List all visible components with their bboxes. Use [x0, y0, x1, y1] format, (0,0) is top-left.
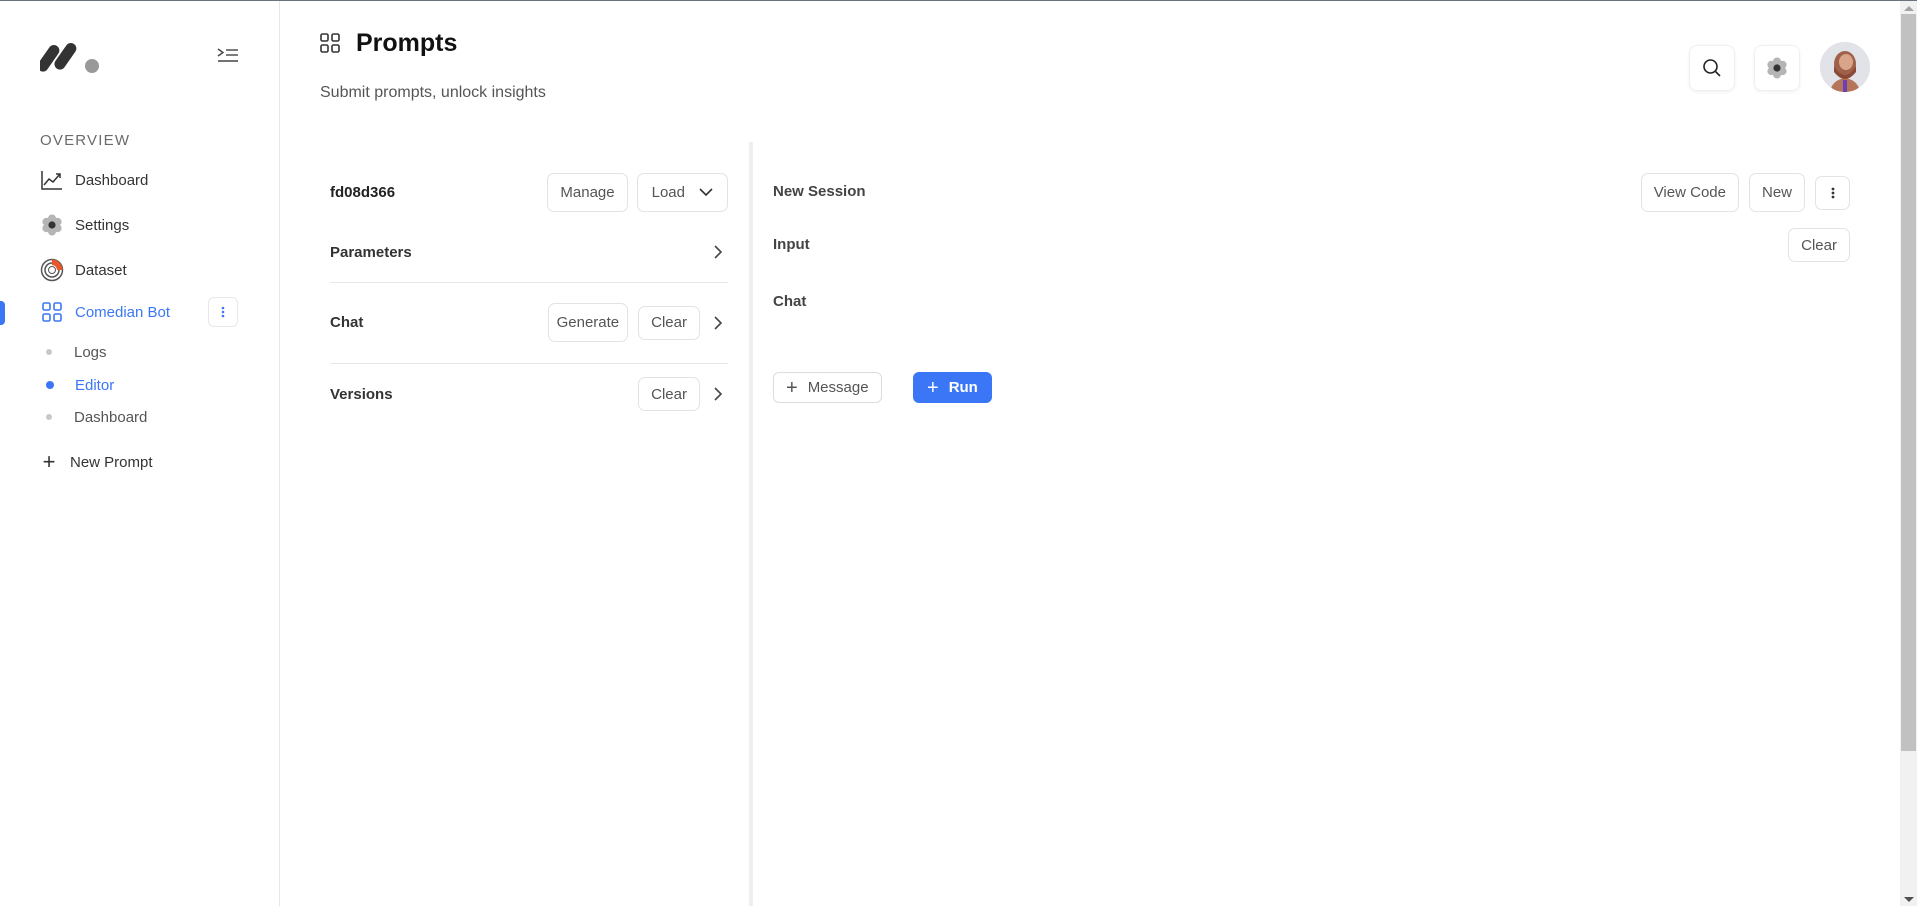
bullet-icon — [46, 381, 54, 389]
parameters-section[interactable]: Parameters — [330, 240, 728, 264]
menu-collapse-icon — [217, 48, 238, 62]
new-prompt-button[interactable]: + New Prompt — [40, 449, 153, 475]
chevron-down-icon — [699, 188, 713, 197]
dataset-icon — [40, 258, 64, 282]
chat-clear-button[interactable]: Clear — [638, 305, 700, 340]
divider — [330, 363, 728, 364]
load-label: Load — [651, 184, 685, 201]
versions-clear-button[interactable]: Clear — [638, 377, 700, 411]
plus-icon: + — [927, 376, 939, 399]
add-message-label: Message — [807, 379, 869, 396]
vertical-scrollbar[interactable] — [1900, 1, 1917, 906]
sidebar: OVERVIEW Dashboard Settings Dataset Come… — [0, 1, 280, 906]
chevron-right-icon[interactable] — [708, 242, 728, 262]
load-dropdown[interactable]: Load — [636, 173, 728, 212]
user-avatar[interactable] — [1820, 42, 1870, 92]
sidebar-subitem-editor[interactable]: Editor — [46, 373, 114, 397]
chat-label: Chat — [773, 293, 807, 310]
view-code-button[interactable]: View Code — [1640, 173, 1739, 212]
add-message-button[interactable]: + Message — [773, 372, 882, 403]
sidebar-subitem-label: Dashboard — [74, 408, 148, 426]
panel-resize-handle[interactable] — [749, 142, 753, 906]
sidebar-item-label: Dataset — [75, 261, 127, 279]
gear-icon — [1767, 57, 1787, 79]
plus-icon: + — [42, 449, 56, 474]
gear-icon — [40, 213, 64, 237]
versions-label: Versions — [330, 385, 393, 403]
page-title: Prompts — [356, 29, 458, 57]
kebab-menu-icon — [1831, 187, 1834, 198]
bullet-icon — [46, 349, 52, 355]
plus-icon: + — [786, 376, 798, 399]
input-clear-button[interactable]: Clear — [1788, 228, 1850, 262]
sidebar-subitem-logs[interactable]: Logs — [46, 340, 107, 364]
scroll-down-arrow-icon[interactable] — [1904, 897, 1914, 902]
versions-section: Versions Clear — [330, 377, 728, 411]
generate-button[interactable]: Generate — [547, 303, 629, 342]
chart-line-icon — [40, 168, 64, 192]
prompt-id-row: fd08d366 Manage Load — [330, 173, 728, 212]
active-indicator — [0, 301, 5, 325]
settings-button[interactable] — [1754, 45, 1800, 91]
sidebar-subitem-label: Logs — [74, 343, 107, 361]
search-icon — [1703, 59, 1721, 77]
chat-section: Chat Generate Clear — [330, 303, 728, 342]
section-label-overview: OVERVIEW — [40, 132, 131, 149]
input-label: Input — [773, 236, 810, 253]
kebab-menu-icon — [221, 306, 225, 318]
sidebar-subitem-label: Editor — [75, 376, 115, 394]
sidebar-item-dataset[interactable]: Dataset — [40, 256, 127, 284]
session-actions: View Code New — [1640, 173, 1850, 212]
sidebar-item-settings[interactable]: Settings — [40, 211, 129, 239]
sidebar-item-label: Settings — [75, 216, 130, 234]
session-more-button[interactable] — [1815, 175, 1850, 210]
chat-label: Chat — [330, 314, 364, 331]
search-button[interactable] — [1689, 45, 1735, 91]
run-label: Run — [948, 379, 978, 396]
chevron-right-icon[interactable] — [708, 384, 728, 404]
session-title: New Session — [773, 183, 866, 200]
parameters-label: Parameters — [330, 243, 412, 261]
scrollbar-thumb[interactable] — [1901, 14, 1916, 751]
bullet-icon — [46, 414, 52, 420]
scroll-up-arrow-icon[interactable] — [1904, 6, 1914, 11]
page-header: Prompts — [320, 29, 457, 58]
app-logo[interactable] — [37, 39, 104, 75]
manage-button[interactable]: Manage — [547, 173, 628, 212]
page-subtitle: Submit prompts, unlock insights — [320, 84, 546, 101]
run-button[interactable]: + Run — [913, 372, 992, 403]
divider — [330, 282, 728, 283]
grid-icon — [320, 32, 342, 55]
prompt-id: fd08d366 — [330, 184, 396, 201]
collapse-sidebar-button[interactable] — [216, 45, 240, 67]
new-session-button[interactable]: New — [1748, 173, 1805, 212]
sidebar-item-dashboard[interactable]: Dashboard — [40, 166, 148, 194]
new-prompt-label: New Prompt — [70, 453, 153, 471]
sidebar-item-label: Comedian Bot — [75, 303, 171, 321]
chevron-right-icon[interactable] — [708, 313, 728, 333]
sidebar-item-label: Dashboard — [75, 171, 149, 189]
grid-icon — [40, 300, 64, 324]
sidebar-subitem-dashboard[interactable]: Dashboard — [46, 405, 147, 429]
comedian-bot-options-button[interactable] — [208, 297, 238, 327]
sidebar-item-comedian-bot[interactable]: Comedian Bot — [40, 298, 170, 326]
